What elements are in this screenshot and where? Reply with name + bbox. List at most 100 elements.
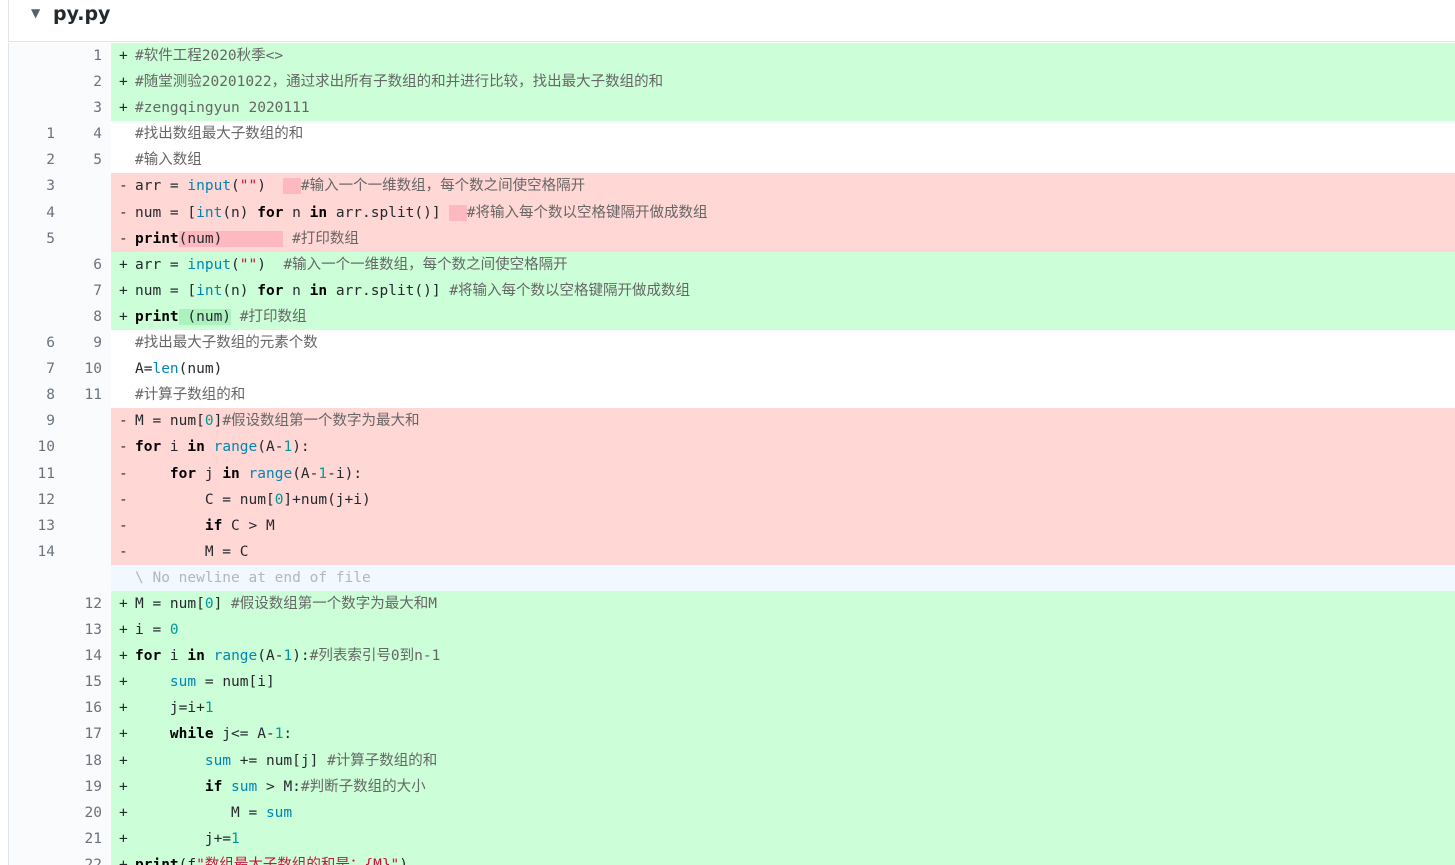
new-line-number[interactable]: 15: [56, 669, 102, 695]
code-cell: - arr = input("") #输入一个一维数组，每个数之间使空格隔开: [111, 173, 1455, 200]
new-line-number[interactable]: 21: [56, 826, 102, 852]
code-cell: - M = C: [111, 538, 1455, 565]
old-line-number[interactable]: 1: [9, 121, 55, 147]
new-line-number[interactable]: 4: [56, 121, 102, 147]
new-line-number[interactable]: 19: [56, 774, 102, 800]
code-token: [283, 178, 301, 195]
diff-line-del: 12 - C = num[0]+num(j+i): [9, 486, 1455, 513]
new-line-number[interactable]: 1: [56, 43, 102, 69]
code-token: arr =: [135, 178, 188, 195]
code-token: j: [196, 465, 223, 482]
code-cell: + #软件工程2020秋季<>: [111, 43, 1455, 70]
diff-line-nonl: \ No newline at end of file: [9, 564, 1455, 591]
code-token: for: [257, 282, 284, 299]
diff-line-add: 14 + for i in range(A-1):#列表索引号0到n-1: [9, 643, 1455, 670]
code-token: int: [196, 204, 223, 221]
old-line-number[interactable]: 11: [9, 461, 55, 487]
new-line-number[interactable]: 5: [56, 147, 102, 173]
code-cell: + i = 0: [111, 617, 1455, 644]
code-cell: + arr = input("") #输入一个一维数组，每个数之间使空格隔开: [111, 251, 1455, 278]
line-number-gutter: 3: [9, 95, 111, 122]
old-line-number[interactable]: 8: [9, 382, 55, 408]
new-line-number[interactable]: 14: [56, 643, 102, 669]
code-content: for i in range(A-1):#列表索引号0到n-1: [135, 643, 440, 669]
old-line-number[interactable]: 14: [9, 539, 55, 565]
code-token: (: [231, 178, 240, 195]
new-line-number[interactable]: 18: [56, 748, 102, 774]
file-name[interactable]: py.py: [53, 3, 110, 25]
code-token: > M:: [257, 778, 301, 795]
new-line-number[interactable]: 22: [56, 852, 102, 865]
new-line-number[interactable]: 6: [56, 252, 102, 278]
new-line-number[interactable]: 7: [56, 278, 102, 304]
line-number-gutter: 9: [9, 408, 111, 435]
old-line-number[interactable]: 5: [9, 226, 55, 252]
diff-line-add: 16 + j=i+1: [9, 695, 1455, 722]
diff-line-del: 5 - print(num) #打印数组: [9, 225, 1455, 252]
new-line-number[interactable]: 9: [56, 330, 102, 356]
old-line-number[interactable]: 2: [9, 147, 55, 173]
code-content: if sum > M:#判断子数组的大小: [135, 774, 426, 800]
diff-sign: +: [119, 830, 128, 847]
new-line-number[interactable]: 12: [56, 591, 102, 617]
new-line-number[interactable]: 2: [56, 69, 102, 95]
code-token: += num[j]: [231, 752, 328, 769]
line-number-gutter: 5: [9, 225, 111, 252]
code-cell: + #zengqingyun 2020111: [111, 95, 1455, 122]
old-line-number[interactable]: 9: [9, 408, 55, 434]
code-token: #打印数组: [292, 230, 359, 247]
code-token: 0: [169, 622, 179, 639]
diff-line-add: 17 + while j<= A-1:: [9, 721, 1455, 748]
code-cell: + num = [int(n) for n in arr.split()] #将输…: [111, 277, 1455, 304]
code-content: while j<= A-1:: [135, 721, 292, 747]
line-number-gutter: 16: [9, 695, 111, 722]
new-line-number[interactable]: 20: [56, 800, 102, 826]
code-cell: + sum = num[i]: [111, 669, 1455, 696]
new-line-number[interactable]: 17: [56, 721, 102, 747]
code-token: input: [187, 178, 232, 195]
diff-sign: +: [119, 804, 128, 821]
diff-sign: -: [119, 543, 128, 560]
code-token: -i):: [327, 465, 363, 482]
new-line-number[interactable]: 8: [56, 304, 102, 330]
diff-view: 1 + #软件工程2020秋季<> 2 + #随堂测验20201022，通过求出所有子数组…: [8, 43, 1455, 865]
code-token: print: [135, 856, 179, 865]
diff-sign: -: [119, 230, 128, 247]
collapse-toggle-icon[interactable]: ▼: [31, 6, 40, 20]
old-line-number[interactable]: 6: [9, 330, 55, 356]
code-token: C = num[: [135, 491, 275, 508]
code-content: M = sum: [135, 800, 292, 826]
diff-sign: +: [119, 622, 128, 639]
new-line-number[interactable]: 10: [56, 356, 102, 382]
diff-line-add: 19 + if sum > M:#判断子数组的大小: [9, 773, 1455, 800]
old-line-number[interactable]: 10: [9, 434, 55, 460]
old-line-number[interactable]: 4: [9, 200, 55, 226]
code-content: i = 0: [135, 617, 179, 643]
code-content: arr = input("") #输入一个一维数组，每个数之间使空格隔开: [135, 173, 585, 199]
code-token: #找出最大子数组的元素个数: [135, 335, 318, 352]
old-line-number[interactable]: 13: [9, 513, 55, 539]
code-token: = num[i]: [196, 674, 275, 691]
code-cell: - for j in range(A-1-i):: [111, 460, 1455, 487]
diff-line-add: 20 + M = sum: [9, 799, 1455, 826]
code-token: ]+num(j+i): [283, 491, 371, 508]
new-line-number[interactable]: 13: [56, 617, 102, 643]
new-line-number[interactable]: 11: [56, 382, 102, 408]
diff-line-add: 7 + num = [int(n) for n in arr.split()] #将…: [9, 277, 1455, 304]
old-line-number[interactable]: 7: [9, 356, 55, 382]
old-line-number[interactable]: 3: [9, 173, 55, 199]
code-content: #随堂测验20201022，通过求出所有子数组的和并进行比较，找出最大子数组的和: [135, 69, 663, 95]
code-token: num = [: [135, 204, 197, 221]
new-line-number[interactable]: 3: [56, 95, 102, 121]
code-token: in: [187, 648, 205, 665]
new-line-number[interactable]: 16: [56, 695, 102, 721]
code-token: 0: [204, 595, 214, 612]
code-token: A=: [135, 361, 153, 378]
old-line-number[interactable]: 12: [9, 487, 55, 513]
code-cell: #输入数组: [111, 147, 1455, 174]
line-number-gutter: 4: [9, 199, 111, 226]
diff-line-add: 1 + #软件工程2020秋季<>: [9, 43, 1455, 70]
code-token: \ No newline at end of file: [135, 569, 371, 586]
code-cell: #找出最大子数组的元素个数: [111, 330, 1455, 357]
